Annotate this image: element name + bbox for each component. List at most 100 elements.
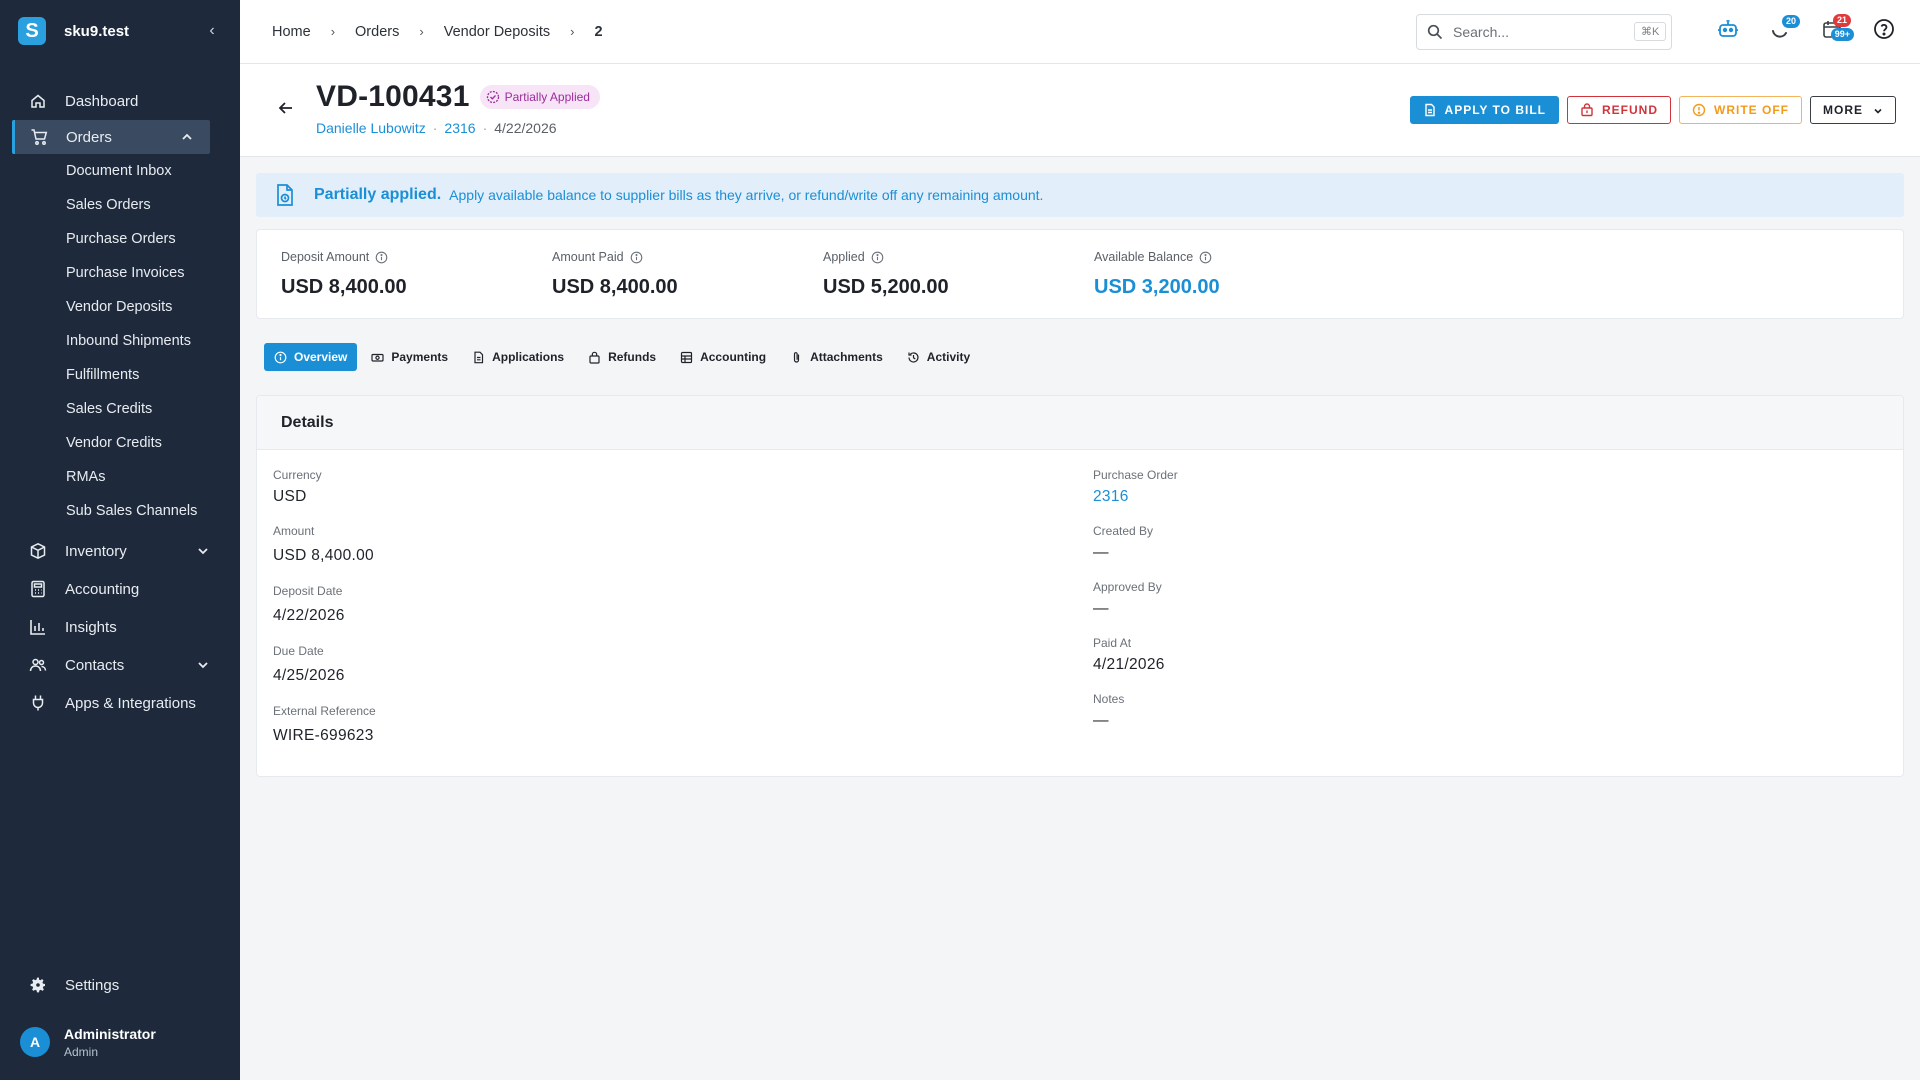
breadcrumb: Home › Orders › Vendor Deposits › 2 [240,24,1416,40]
bar-chart-icon [28,617,48,637]
purchase-order-value-link[interactable]: 2316 [1093,488,1178,506]
tab-activity[interactable]: Activity [897,343,980,371]
details-right-column: Purchase Order 2316 Created By — Approve… [1093,468,1178,748]
notifications-button[interactable]: 21 99+ [1812,12,1854,52]
sidebar-item-sales-orders[interactable]: Sales Orders [0,188,240,222]
button-label: WRITE OFF [1714,103,1789,117]
avatar: A [20,1027,50,1057]
nav-item-insights[interactable]: Insights [0,608,240,646]
page-header: VD-100431 Partially Applied Danielle Lub… [240,64,1920,157]
field-label: Notes [1093,692,1125,706]
tasks-button[interactable]: 20 [1760,12,1800,52]
info-icon[interactable] [871,251,884,264]
sidebar-footer: Settings A Administrator Admin [0,966,240,1080]
field-label: Paid At [1093,636,1132,650]
breadcrumb-vendor-deposits[interactable]: Vendor Deposits [444,24,550,40]
field-label: Due Date [273,644,324,658]
tab-payments[interactable]: Payments [361,343,458,371]
chevron-up-icon [178,131,196,143]
sidebar-item-inbound-shipments[interactable]: Inbound Shipments [0,324,240,358]
button-label: APPLY TO BILL [1444,103,1546,117]
help-button[interactable] [1864,12,1904,52]
metric-label: Available Balance [1094,250,1194,264]
field-value: — [1093,544,1109,561]
sidebar-item-vendor-credits[interactable]: Vendor Credits [0,426,240,460]
chevron-right-icon: › [330,24,336,39]
metric-amount-paid: Amount Paid USD 8,400.00 [552,230,823,318]
field-label: Currency [273,468,322,482]
search-icon [1427,24,1443,40]
banner-title: Partially applied. [314,186,442,203]
document-icon [472,351,485,364]
summary-metrics: Deposit Amount USD 8,400.00 Amount Paid … [256,229,1904,319]
workspace-name[interactable]: sku9.test [64,23,202,40]
sidebar-item-fulfillments[interactable]: Fulfillments [0,358,240,392]
chevron-left-icon[interactable]: ‹ [202,22,222,40]
field-value: USD 8,400.00 [273,547,374,564]
vendor-link[interactable]: Danielle Lubowitz [316,120,426,136]
sidebar-item-vendor-deposits[interactable]: Vendor Deposits [0,290,240,324]
sidebar-item-rmas[interactable]: RMAs [0,460,240,494]
tasks-badge: 20 [1781,14,1800,28]
purchase-order-link[interactable]: 2316 [444,120,475,136]
user-profile[interactable]: A Administrator Admin [0,1004,240,1080]
global-search[interactable]: ⌘K [1416,13,1672,50]
search-input[interactable] [1453,23,1634,40]
nav-label: Dashboard [65,92,139,110]
field-notes: Notes — [1093,692,1178,748]
field-purchase-order: Purchase Order 2316 [1093,468,1178,524]
apply-to-bill-button[interactable]: APPLY TO BILL [1409,96,1559,124]
assistant-bot-button[interactable] [1708,12,1748,52]
breadcrumb-home[interactable]: Home [272,24,311,40]
info-icon[interactable] [630,251,643,264]
tab-overview[interactable]: Overview [264,343,358,371]
brand-logo[interactable]: S [18,17,46,45]
info-banner: Partially applied. Apply available balan… [256,173,1904,217]
field-label: External Reference [273,704,376,718]
nav-item-orders[interactable]: Orders [12,120,210,154]
field-currency: Currency USD [273,468,376,524]
info-icon[interactable] [375,251,388,264]
sidebar-item-purchase-orders[interactable]: Purchase Orders [0,222,240,256]
tab-label: Overview [294,350,348,364]
nav-item-apps-integrations[interactable]: Apps & Integrations [0,684,240,722]
nav-label: Accounting [65,580,140,598]
nav-item-settings[interactable]: Settings [0,966,240,1004]
nav-item-dashboard[interactable]: Dashboard [0,82,240,120]
user-name: Administrator [64,1025,156,1042]
field-value: — [1093,600,1109,617]
metric-value: USD 3,200.00 [1094,276,1220,298]
field-paid-at: Paid At 4/21/2026 [1093,636,1178,692]
header-actions: APPLY TO BILL REFUND WRITE OFF MORE [1402,96,1896,124]
sidebar-item-document-inbox[interactable]: Document Inbox [0,154,240,188]
tab-refunds[interactable]: Refunds [578,343,666,371]
nav-item-accounting[interactable]: Accounting [0,570,240,608]
sidebar-item-purchase-invoices[interactable]: Purchase Invoices [0,256,240,290]
sidebar-item-sales-credits[interactable]: Sales Credits [0,392,240,426]
more-actions-button[interactable]: MORE [1810,96,1896,124]
refund-button[interactable]: REFUND [1567,96,1671,124]
tab-attachments[interactable]: Attachments [780,343,893,371]
info-icon[interactable] [1199,251,1212,264]
field-approved-by: Approved By — [1093,580,1178,636]
warning-circle-icon [1692,103,1706,117]
nav-item-inventory[interactable]: Inventory [0,532,240,570]
page-title: VD-100431 [316,80,470,113]
orders-subnav: Document Inbox Sales Orders Purchase Ord… [0,154,240,528]
back-button[interactable] [274,98,298,122]
sidebar-item-sub-sales-channels[interactable]: Sub Sales Channels [0,494,240,528]
nav-item-contacts[interactable]: Contacts [0,646,240,684]
field-value: — [1093,712,1109,729]
button-label: MORE [1823,103,1863,117]
tab-accounting[interactable]: Accounting [670,343,776,371]
metric-label: Deposit Amount [281,250,370,264]
history-icon [907,351,920,364]
breadcrumb-orders[interactable]: Orders [355,24,399,40]
user-role: Admin [64,1044,99,1059]
users-icon [28,655,48,675]
write-off-button[interactable]: WRITE OFF [1679,96,1802,124]
document-icon [1423,103,1437,117]
button-label: REFUND [1602,103,1658,117]
nav-label: Insights [65,618,117,636]
tab-applications[interactable]: Applications [462,343,574,371]
